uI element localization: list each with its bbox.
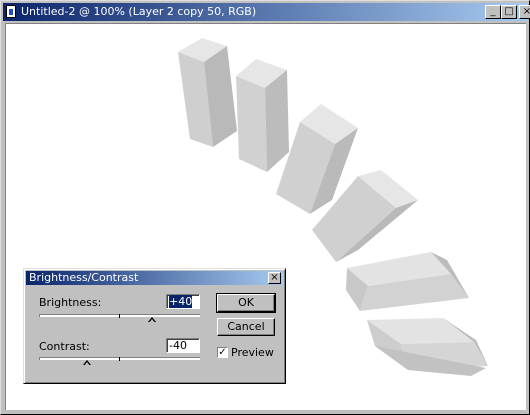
block-1	[178, 38, 237, 147]
brightness-center-tick	[119, 314, 120, 318]
minimize-button[interactable]: _	[485, 5, 501, 19]
contrast-center-tick	[119, 357, 120, 361]
contrast-input[interactable]: -40	[166, 338, 200, 353]
block-5	[346, 252, 469, 311]
brightness-value: +40	[169, 295, 193, 308]
dialog-close-button[interactable]: ×	[268, 272, 281, 284]
window-titlebar[interactable]: Untitled-2 @ 100% (Layer 2 copy 50, RGB)…	[3, 3, 530, 21]
brightness-contrast-dialog: Brightness/Contrast × Brightness: +40 Co…	[23, 268, 286, 384]
dialog-titlebar[interactable]: Brightness/Contrast ×	[26, 271, 283, 285]
close-button[interactable]: ×	[519, 5, 530, 19]
dialog-title: Brightness/Contrast	[29, 271, 139, 284]
contrast-label: Contrast:	[39, 340, 90, 353]
window-title: Untitled-2 @ 100% (Layer 2 copy 50, RGB)	[21, 5, 257, 18]
preview-checkbox[interactable]: ✓	[217, 347, 228, 358]
maximize-button[interactable]: □	[501, 5, 517, 19]
block-2	[236, 59, 289, 172]
document-icon	[6, 5, 16, 18]
contrast-value: -40	[169, 339, 187, 352]
cancel-button[interactable]: Cancel	[217, 318, 275, 336]
brightness-label: Brightness:	[39, 296, 102, 309]
check-icon: ✓	[218, 347, 227, 358]
preview-label: Preview	[231, 346, 274, 359]
block-6	[367, 318, 488, 376]
ok-button[interactable]: OK	[216, 293, 276, 313]
brightness-input[interactable]: +40	[166, 294, 200, 309]
